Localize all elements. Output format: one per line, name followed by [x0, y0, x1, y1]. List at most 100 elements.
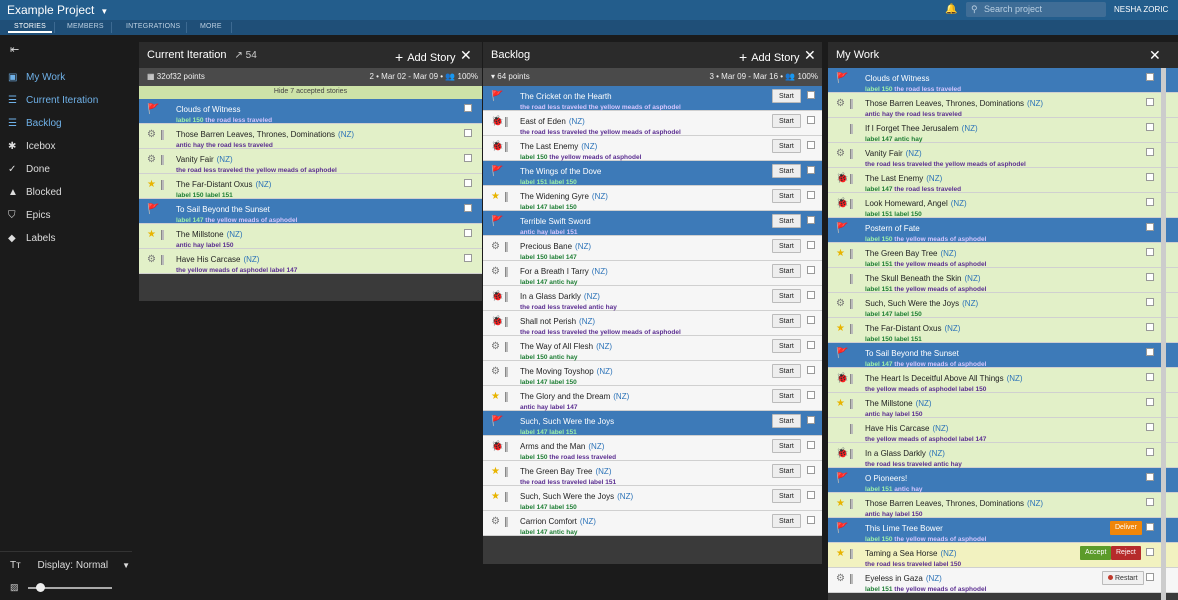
story-row[interactable]: 🚩 Clouds of Witness label 150 the road les… [139, 99, 482, 124]
select-checkbox[interactable] [1146, 523, 1154, 531]
story-row[interactable]: ★ The Glory and the Dream (NZ) antic hay la… [483, 386, 822, 411]
start-button[interactable]: Start [772, 164, 801, 178]
select-checkbox[interactable] [1146, 548, 1154, 556]
reject-button[interactable]: Reject [1111, 546, 1141, 560]
select-checkbox[interactable] [1146, 473, 1154, 481]
tab-integrations[interactable]: INTEGRATIONS [126, 23, 180, 30]
story-row[interactable]: If I Forget Thee Jerusalem (NZ) label 147 … [828, 118, 1178, 143]
select-checkbox[interactable] [1146, 398, 1154, 406]
select-checkbox[interactable] [807, 241, 815, 249]
select-checkbox[interactable] [1146, 348, 1154, 356]
slider-handle[interactable] [36, 583, 45, 592]
add-story-button[interactable]: + Add Story [739, 49, 800, 65]
story-row[interactable]: 🚩 Clouds of Witness label 150 the road les… [828, 68, 1178, 93]
select-checkbox[interactable] [1146, 448, 1154, 456]
story-row[interactable]: ⚙ Eyeless in Gaza (NZ) label 151 the yellow… [828, 568, 1178, 593]
story-row[interactable]: ★ Taming a Sea Horse (NZ) the road less tra… [828, 543, 1178, 568]
sidebar-item-labels[interactable]: ◆ Labels [0, 229, 132, 249]
select-checkbox[interactable] [1146, 248, 1154, 256]
select-checkbox[interactable] [807, 141, 815, 149]
start-button[interactable]: Start [772, 439, 801, 453]
story-row[interactable]: ★ The Far-Distant Oxus (NZ) label 150 label… [139, 174, 482, 199]
story-row[interactable]: 🚩 O Pioneers! label 151 antic hay [828, 468, 1178, 493]
select-checkbox[interactable] [807, 516, 815, 524]
select-checkbox[interactable] [807, 216, 815, 224]
story-row[interactable]: ★ The Widening Gyre (NZ) label 147 label 15… [483, 186, 822, 211]
select-checkbox[interactable] [1146, 173, 1154, 181]
close-icon[interactable]: ✕ [804, 47, 816, 64]
sidebar-item-blocked[interactable]: ▲ Blocked [0, 183, 132, 203]
story-row[interactable]: ★ The Green Bay Tree (NZ) the road less tra… [483, 461, 822, 486]
tab-members[interactable]: MEMBERS [67, 23, 104, 30]
restart-button[interactable]: Restart [1102, 571, 1144, 585]
story-row[interactable]: ⚙ Vanity Fair (NZ) the road less traveled t… [828, 143, 1178, 168]
story-row[interactable]: Have His Carcase (NZ) the yellow meads of … [828, 418, 1178, 443]
story-row[interactable]: ⚙ Those Barren Leaves, Thrones, Dominatio… [139, 124, 482, 149]
story-row[interactable]: 🚩 Terrible Swift Sword antic hay label 151… [483, 211, 822, 236]
select-checkbox[interactable] [464, 229, 472, 237]
select-checkbox[interactable] [1146, 298, 1154, 306]
display-select[interactable]: Tт Display: Normal ▼ [10, 560, 130, 571]
close-icon[interactable]: ✕ [460, 47, 472, 64]
collapse-sidebar-icon[interactable]: ⇤ [10, 43, 19, 56]
start-button[interactable]: Start [772, 339, 801, 353]
start-button[interactable]: Start [772, 289, 801, 303]
start-button[interactable]: Start [772, 239, 801, 253]
close-icon[interactable]: ✕ [1149, 47, 1161, 64]
select-checkbox[interactable] [1146, 273, 1154, 281]
start-button[interactable]: Start [772, 114, 801, 128]
story-row[interactable]: 🐞 In a Glass Darkly (NZ) the road less trav… [483, 286, 822, 311]
select-checkbox[interactable] [807, 266, 815, 274]
story-row[interactable]: 🚩 To Sail Beyond the Sunset label 147 the … [828, 343, 1178, 368]
select-checkbox[interactable] [1146, 423, 1154, 431]
chevron-down-icon[interactable]: ▾ [491, 72, 495, 81]
scrollbar[interactable] [1161, 68, 1166, 600]
select-checkbox[interactable] [807, 91, 815, 99]
story-row[interactable]: 🐞 Look Homeward, Angel (NZ) label 151 label… [828, 193, 1178, 218]
story-row[interactable]: ★ The Millstone (NZ) antic hay label 150 [828, 393, 1178, 418]
start-button[interactable]: Start [772, 314, 801, 328]
select-checkbox[interactable] [807, 166, 815, 174]
select-checkbox[interactable] [1146, 198, 1154, 206]
select-checkbox[interactable] [807, 291, 815, 299]
select-checkbox[interactable] [1146, 148, 1154, 156]
select-checkbox[interactable] [807, 416, 815, 424]
sidebar-item-my-work[interactable]: ▣ My Work [0, 68, 132, 88]
story-row[interactable]: 🚩 The Cricket on the Hearth the road less … [483, 86, 822, 111]
start-button[interactable]: Start [772, 264, 801, 278]
select-checkbox[interactable] [1146, 323, 1154, 331]
story-row[interactable]: 🚩 Such, Such Were the Joys label 147 label… [483, 411, 822, 436]
user-menu[interactable]: NESHA ZORIC [1114, 5, 1168, 14]
sidebar-item-icebox[interactable]: ✱ Icebox [0, 137, 132, 157]
zoom-slider[interactable]: ▨ [10, 582, 112, 594]
select-checkbox[interactable] [464, 204, 472, 212]
select-checkbox[interactable] [807, 341, 815, 349]
story-row[interactable]: ★ The Far-Distant Oxus (NZ) label 150 label… [828, 318, 1178, 343]
select-checkbox[interactable] [1146, 98, 1154, 106]
sidebar-item-current-iteration[interactable]: ☰ Current Iteration [0, 91, 132, 111]
story-row[interactable]: 🐞 In a Glass Darkly (NZ) the road less trav… [828, 443, 1178, 468]
story-row[interactable]: ⚙ Have His Carcase (NZ) the yellow meads of… [139, 249, 482, 274]
select-checkbox[interactable] [1146, 223, 1154, 231]
story-row[interactable]: 🐞 Shall not Perish (NZ) the road less trave… [483, 311, 822, 336]
story-row[interactable]: ★ Such, Such Were the Joys (NZ) label 147 l… [483, 486, 822, 511]
story-row[interactable]: ⚙ Precious Bane (NZ) label 150 label 147 Sta… [483, 236, 822, 261]
story-row[interactable]: ⚙ The Way of All Flesh (NZ) label 150 antic… [483, 336, 822, 361]
select-checkbox[interactable] [807, 466, 815, 474]
sidebar-item-done[interactable]: ✓ Done [0, 160, 132, 180]
deliver-button[interactable]: Deliver [1110, 521, 1142, 535]
story-row[interactable]: 🚩 Postern of Fate label 150 the yellow mea… [828, 218, 1178, 243]
story-row[interactable]: 🐞 Arms and the Man (NZ) label 150 the road … [483, 436, 822, 461]
start-button[interactable]: Start [772, 364, 801, 378]
project-selector[interactable]: Example Project ▼ [7, 3, 108, 17]
story-row[interactable]: 🚩 To Sail Beyond the Sunset label 147 the … [139, 199, 482, 224]
select-checkbox[interactable] [1146, 573, 1154, 581]
select-checkbox[interactable] [807, 491, 815, 499]
start-button[interactable]: Start [772, 189, 801, 203]
tab-more[interactable]: MORE [200, 23, 222, 30]
start-button[interactable]: Start [772, 389, 801, 403]
start-button[interactable]: Start [772, 514, 801, 528]
select-checkbox[interactable] [807, 441, 815, 449]
start-button[interactable]: Start [772, 139, 801, 153]
story-row[interactable]: ★ The Green Bay Tree (NZ) label 151 the yel… [828, 243, 1178, 268]
